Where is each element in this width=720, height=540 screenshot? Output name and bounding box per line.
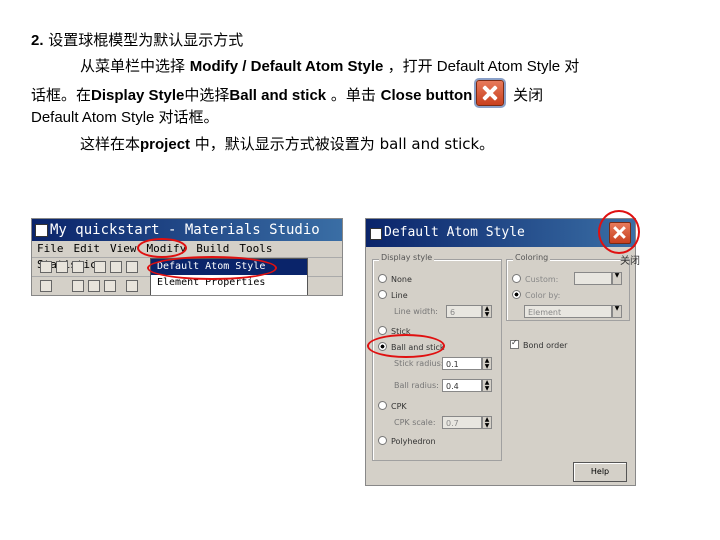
radio-polyhedron-dot [378,436,387,445]
instruction-line-2: 从菜单栏中选择 Modify / Default Atom Style ，打开 … [80,57,580,75]
grid-icon[interactable] [40,280,52,292]
instruction-line-4: Default Atom Style 对话框。 [31,109,219,126]
highlight-ring-default-atom-style [147,256,277,280]
ball-radius-field[interactable]: 0.4 [442,379,482,392]
menu-view[interactable]: View [107,241,140,257]
dialog-titlebar: Default Atom Style [366,219,635,247]
radio-color-by[interactable]: Color by: [512,290,560,301]
line-width-label: Line width: [394,307,438,316]
pointer-icon[interactable] [72,280,84,292]
menu-file[interactable]: File [34,241,67,257]
highlight-ring-modify [137,238,187,258]
radio-stick-dot [378,326,387,335]
menu-edit[interactable]: Edit [71,241,104,257]
radio-custom[interactable]: Custom: [512,274,558,285]
highlight-ring-close-button [598,210,640,254]
radio-line[interactable]: Line [378,290,408,301]
custom-color-swatch[interactable] [574,272,612,285]
radio-cpk[interactable]: CPK [378,401,407,412]
rotate-icon[interactable] [88,280,100,292]
radio-none[interactable]: None [378,274,412,285]
radio-cpk-dot [378,401,387,410]
radio-color-by-dot [512,290,521,299]
zoom-icon[interactable] [126,280,138,292]
instruction-line-5: 这样在本project 中，默认显示方式被设置为 ball and stick。 [80,135,495,153]
bond-order-checkbox[interactable]: Bond order [510,338,567,351]
ms-title: My quickstart - Materials Studio [50,222,320,238]
display-style-label: Display style [379,253,435,262]
globe-icon[interactable] [126,261,138,273]
cpk-scale-field[interactable]: 0.7 [442,416,482,429]
cpk-scale-label: CPK scale: [394,418,436,427]
color-by-dropdown-arrow[interactable]: ▼ [612,305,622,318]
radio-custom-dot [512,274,521,283]
stick-radius-spinner[interactable]: ▲ ▼ [482,357,492,370]
ms-titlebar: My quickstart - Materials Studio [32,219,342,241]
open-folder-icon[interactable] [94,261,106,273]
menu-build[interactable]: Build [193,241,232,257]
close-icon [476,80,505,106]
bond-order-check [510,338,519,349]
ball-radius-spinner[interactable]: ▲ ▼ [482,379,492,392]
save-icon[interactable] [72,261,84,273]
instruction-line-3: 话框。在Display Style中选择Ball and stick 。单击 C… [31,80,543,108]
stick-radius-field[interactable]: 0.1 [442,357,482,370]
help-button[interactable]: Help [573,462,627,482]
radio-none-dot [378,274,387,283]
dialog-app-icon [370,228,382,240]
highlight-ring-ball-and-stick [367,334,445,358]
coloring-label: Coloring [513,253,551,262]
dialog-title: Default Atom Style [384,225,525,240]
translate-icon[interactable] [104,280,116,292]
stick-radius-label: Stick radius: [394,359,444,368]
menu-tools[interactable]: Tools [236,241,275,257]
new-file-icon[interactable] [40,261,52,273]
dropdown-arrow-icon[interactable] [56,261,68,273]
app-icon [35,224,48,237]
partial-label-text: 关闭 [620,256,640,267]
print-icon[interactable] [110,261,122,273]
custom-color-dropdown[interactable]: ▼ [612,272,622,285]
radio-line-dot [378,290,387,299]
radio-polyhedron[interactable]: Polyhedron [378,436,436,447]
step-heading: 2. 设置球棍模型为默认显示方式 [31,31,244,49]
ball-radius-label: Ball radius: [394,381,439,390]
line-width-field[interactable]: 6 [446,305,482,318]
cpk-scale-spinner[interactable]: ▲ ▼ [482,416,492,429]
menu-bar: File Edit View Modify Build ToolsStatistics [32,241,342,271]
line-width-spinner[interactable]: ▲ ▼ [482,305,492,318]
color-by-select[interactable]: Element [524,305,612,318]
